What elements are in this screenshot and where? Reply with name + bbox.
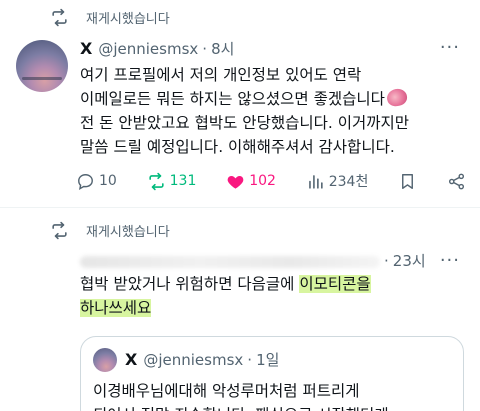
more-options-icon[interactable]: ··· — [440, 250, 460, 271]
quoted-text-line: 되어서 정말 죄송합니다. 팬심으로 시작했던게 — [93, 403, 453, 411]
heart-icon — [227, 175, 244, 189]
highlighted-text: 이모티콘을 — [299, 275, 371, 293]
post-time[interactable]: 23시 — [393, 252, 426, 270]
quoted-post[interactable]: X @jenniesmsx · 1일 이경배우님에대해 악성루머처럼 퍼트리게 … — [80, 336, 464, 411]
repost-icon — [48, 6, 70, 28]
avatar[interactable] — [16, 40, 68, 92]
views-icon — [308, 174, 323, 189]
post-actions: 10 131 102 234천 — [76, 171, 466, 191]
quoted-avatar — [93, 348, 117, 372]
author-name[interactable]: X — [80, 39, 92, 58]
repost-icon — [149, 172, 164, 190]
post-time-row: · 23시 — [384, 252, 426, 270]
more-options-icon[interactable]: ··· — [440, 37, 460, 58]
quoted-header: X @jenniesmsx · 1일 — [125, 350, 280, 369]
views-button[interactable]: 234천 — [306, 171, 369, 191]
repost-count: 131 — [169, 173, 197, 189]
post-text-line: 이메일로든 뭐든 하지는 않으셨으면 좋겠습니다 — [80, 87, 465, 111]
timeline: 재게시했습니다 X @jenniesmsx · 8시 ··· 여기 프로필에서 … — [0, 0, 480, 411]
reply-count: 10 — [99, 173, 117, 189]
post-text-line: 전 돈 안받았고요 협박도 안당했습니다. 이거까지만 — [80, 114, 410, 132]
reply-button[interactable]: 10 — [76, 172, 117, 191]
post-text: 협박 받았거나 위험하면 다음글에 이모티콘을 하나쓰세요 — [80, 272, 465, 320]
repost-button[interactable]: 131 — [147, 172, 197, 191]
like-count: 102 — [249, 173, 276, 189]
quoted-author-name: X — [125, 350, 138, 369]
post-text-line: 협박 받았거나 위험하면 다음글에 이모티콘을 — [80, 275, 371, 293]
share-icon — [448, 173, 464, 189]
highlighted-text: 하나쓰세요 — [80, 299, 152, 317]
quoted-author-handle: @jenniesmsx — [143, 350, 244, 369]
post-text-line: 하나쓰세요 — [80, 296, 465, 320]
post-text-line: 말씀 드릴 예정입니다. 이해해주셔서 감사합니다. — [80, 138, 395, 156]
repost-label: 재게시했습니다 — [86, 224, 170, 240]
repost-icon — [48, 219, 70, 241]
post-text: 여기 프로필에서 저의 개인정보 있어도 연락 이메일로든 뭐든 하지는 않으셨… — [80, 63, 465, 159]
separator-dot: · — [202, 39, 208, 58]
author-handle[interactable]: @jenniesmsx — [98, 40, 198, 58]
quoted-time: 1일 — [256, 351, 280, 369]
post-text-line: 여기 프로필에서 저의 개인정보 있어도 연락 — [80, 66, 362, 84]
like-button[interactable]: 102 — [226, 172, 276, 191]
repost-indicator: 재게시했습니다 — [0, 6, 170, 28]
quoted-text: 이경배우님에대해 악성루머처럼 퍼트리게 되어서 정말 죄송합니다. 팬심으로 … — [93, 379, 453, 411]
heart-emoji-icon — [385, 87, 409, 108]
view-count: 234천 — [328, 174, 369, 190]
blurred-author-info — [80, 256, 380, 268]
share-button[interactable] — [447, 172, 466, 191]
repost-label: 재게시했습니다 — [86, 11, 170, 27]
quoted-text-line: 이경배우님에대해 악성루머처럼 퍼트리게 — [93, 382, 360, 400]
divider — [0, 207, 480, 208]
bookmark-icon — [402, 173, 414, 189]
repost-indicator: 재게시했습니다 — [0, 219, 170, 241]
post-time[interactable]: 8시 — [211, 38, 234, 59]
post-header: X @jenniesmsx · 8시 — [80, 38, 234, 59]
reply-icon — [78, 173, 93, 190]
bookmark-button[interactable] — [398, 172, 417, 191]
